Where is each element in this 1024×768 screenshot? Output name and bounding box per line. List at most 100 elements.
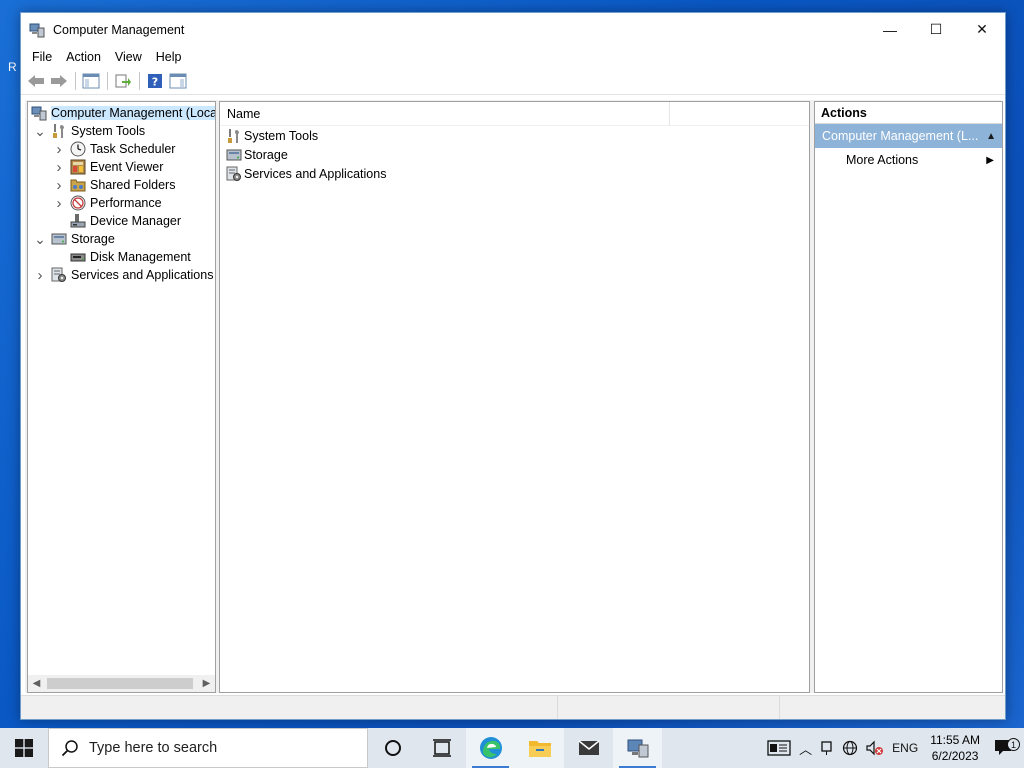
status-bar	[21, 695, 1005, 719]
list-item[interactable]: System Tools	[220, 126, 809, 145]
menu-help[interactable]: Help	[149, 50, 189, 64]
collapse-chevron-icon[interactable]: ⌄	[33, 231, 47, 247]
tree-item-label: Event Viewer	[90, 160, 164, 174]
console-tree[interactable]: Computer Management (Local ⌄ System Tools ›…	[27, 101, 216, 693]
tree-item-device-manager[interactable]: Device Manager	[52, 212, 181, 230]
volume-muted-icon[interactable]	[862, 740, 888, 756]
show-hidden-icons-chevron-icon[interactable]: ︿	[795, 739, 816, 758]
tree-horizontal-scrollbar[interactable]: ◀ ▶	[28, 675, 215, 692]
tree-item-computer-management-local[interactable]: Computer Management (Local	[31, 104, 215, 122]
storage-icon	[51, 231, 67, 247]
shared-folders-icon	[70, 177, 86, 193]
window-title: Computer Management	[53, 22, 185, 37]
disk-management-icon	[70, 249, 86, 265]
list-item[interactable]: Services and Applications	[220, 164, 809, 183]
notifications-icon[interactable]: 1	[988, 738, 1024, 757]
actions-group-header[interactable]: Computer Management (L... ▲	[815, 124, 1002, 148]
file-explorer-taskbar-button[interactable]	[515, 728, 564, 768]
tree-item-event-viewer[interactable]: › Event Viewer	[52, 158, 164, 176]
clock-time: 11:55 AM	[930, 733, 980, 747]
back-icon[interactable]	[25, 70, 47, 92]
list-item-label: System Tools	[244, 128, 319, 143]
computer-management-window: Computer Management — ☐ ✕ File Action Vi…	[20, 12, 1006, 720]
expand-chevron-icon[interactable]: ›	[52, 195, 66, 212]
task-scheduler-icon	[70, 141, 86, 157]
scroll-left-icon[interactable]: ◀	[28, 675, 45, 692]
cortana-button[interactable]	[368, 728, 417, 768]
more-actions-item[interactable]: More Actions ▶	[815, 148, 1002, 172]
tree-item-label: System Tools	[71, 124, 146, 138]
meet-now-icon[interactable]	[816, 740, 838, 756]
scroll-right-icon[interactable]: ▶	[198, 675, 215, 692]
title-bar[interactable]: Computer Management — ☐ ✕	[21, 13, 1005, 46]
storage-icon	[226, 147, 242, 163]
export-list-icon[interactable]	[112, 70, 134, 92]
network-globe-icon[interactable]	[838, 740, 862, 756]
computer-management-icon	[29, 22, 45, 38]
input-language[interactable]: ENG	[888, 741, 922, 755]
tree-item-label: Performance	[90, 196, 162, 210]
show-hide-console-tree-icon[interactable]	[80, 70, 102, 92]
clock[interactable]: 11:55 AM 6/2/2023	[922, 732, 988, 764]
tree-item-label: Task Scheduler	[90, 142, 176, 156]
status-segment	[779, 696, 1005, 719]
tree-item-storage[interactable]: ⌄ Storage	[33, 230, 115, 248]
tree-item-shared-folders[interactable]: › Shared Folders	[52, 176, 176, 194]
expand-chevron-icon[interactable]: ›	[52, 177, 66, 194]
submenu-arrow-icon: ▶	[986, 154, 994, 166]
status-segment	[557, 696, 779, 719]
pane-splitter[interactable]	[810, 101, 814, 693]
list-item-label: Services and Applications	[244, 166, 387, 181]
column-header-name[interactable]: Name	[220, 101, 670, 126]
desktop-edge-text: R	[8, 60, 17, 74]
tree-item-performance[interactable]: › Performance	[52, 194, 162, 212]
search-placeholder: Type here to search	[89, 740, 218, 756]
taskbar-search-box[interactable]: Type here to search	[48, 728, 368, 768]
show-hide-action-pane-icon[interactable]	[167, 70, 189, 92]
list-header: Name	[220, 101, 809, 126]
folder-icon	[528, 741, 551, 757]
mail-taskbar-button[interactable]	[564, 728, 613, 768]
tree-item-services-and-applications[interactable]: › Services and Applications	[33, 266, 214, 284]
computer-management-icon	[627, 739, 648, 758]
edge-taskbar-button[interactable]	[466, 728, 515, 768]
maximize-button[interactable]: ☐	[913, 13, 959, 46]
collapse-chevron-icon[interactable]: ⌄	[33, 123, 47, 139]
event-viewer-icon	[70, 159, 86, 175]
forward-icon[interactable]	[48, 70, 70, 92]
tree-item-system-tools[interactable]: ⌄ System Tools	[33, 122, 145, 140]
toolbar-separator	[139, 72, 140, 90]
list-item[interactable]: Storage	[220, 145, 809, 164]
minimize-button[interactable]: —	[867, 13, 913, 46]
news-widget-icon[interactable]	[763, 740, 795, 756]
system-tray: ︿ ENG 11:55 AM 6/2/2023 1	[763, 728, 1024, 768]
expand-chevron-icon[interactable]: ›	[52, 159, 66, 176]
expand-chevron-icon[interactable]: ›	[52, 141, 66, 158]
actions-group-label: Computer Management (L...	[822, 129, 979, 143]
actions-header: Actions	[815, 102, 1002, 124]
mail-icon	[578, 740, 599, 755]
computer-management-taskbar-button[interactable]	[613, 728, 662, 768]
scrollbar-thumb[interactable]	[47, 678, 193, 689]
svg-text:?: ?	[152, 76, 158, 89]
menu-file[interactable]: File	[25, 50, 59, 64]
menu-view[interactable]: View	[108, 50, 149, 64]
expand-chevron-icon[interactable]: ›	[33, 267, 47, 284]
start-button[interactable]	[0, 728, 48, 768]
tree-item-label: Computer Management (Local	[51, 106, 215, 120]
tree-item-label: Device Manager	[90, 214, 182, 228]
collapse-up-icon[interactable]: ▲	[986, 131, 996, 142]
tree-item-label: Shared Folders	[90, 178, 176, 192]
tree-item-task-scheduler[interactable]: › Task Scheduler	[52, 140, 176, 158]
taskbar: Type here to search ︿ ENG 11:55 AM 6/2/2…	[0, 728, 1024, 768]
task-view-icon	[432, 739, 451, 757]
menu-action[interactable]: Action	[59, 50, 108, 64]
close-button[interactable]: ✕	[959, 13, 1005, 46]
help-icon[interactable]: ?	[144, 70, 166, 92]
task-view-button[interactable]	[417, 728, 466, 768]
more-actions-label: More Actions	[846, 153, 919, 167]
tree-item-disk-management[interactable]: Disk Management	[52, 248, 191, 266]
computer-management-icon	[31, 105, 47, 121]
